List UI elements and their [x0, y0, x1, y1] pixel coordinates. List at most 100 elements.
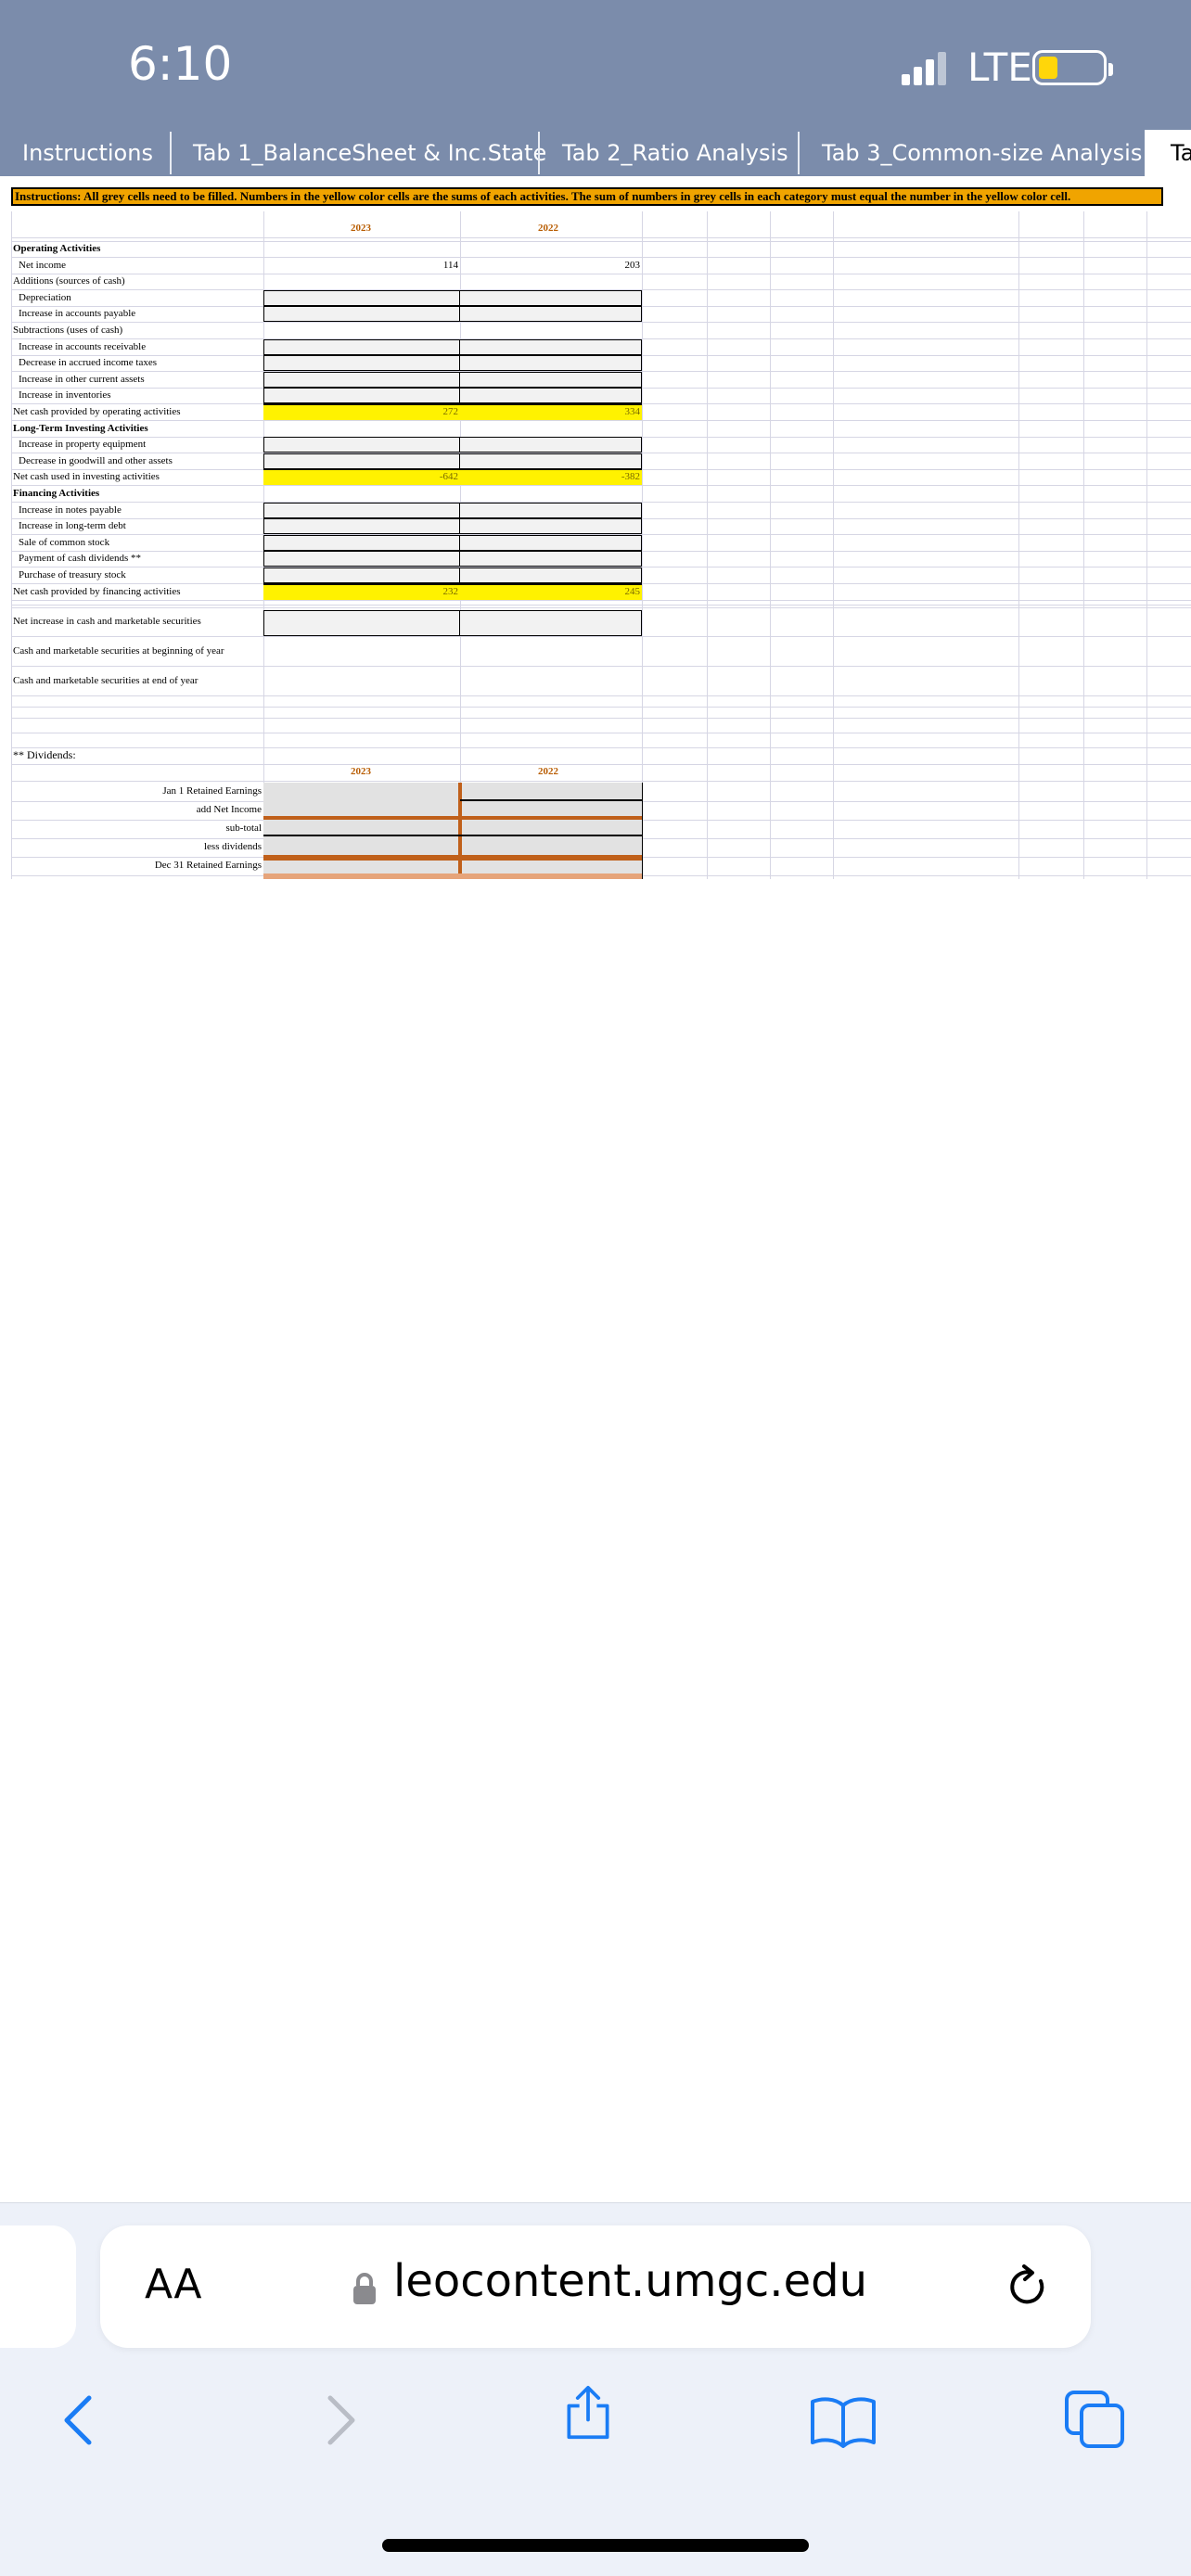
input-2023-cell[interactable]	[263, 437, 460, 453]
forward-icon[interactable]	[312, 2392, 367, 2448]
dividend-row-label: Jan 1 Retained Earnings	[162, 785, 262, 797]
orange-border	[263, 855, 642, 861]
grid-column-line	[707, 211, 708, 879]
row-label: Net income	[19, 260, 67, 271]
row-label: Increase in property equipment	[19, 439, 147, 450]
sheet-tabs: Instructions Tab 1_BalanceSheet & Inc.St…	[0, 130, 1191, 176]
tab-instructions[interactable]: Instructions	[0, 130, 175, 176]
dividend-row-label: less dividends	[203, 841, 262, 852]
grid-column-line	[833, 211, 834, 879]
dividend-2022-cell[interactable]	[460, 838, 642, 857]
input-2022-cell[interactable]	[459, 339, 642, 355]
previous-tab-preview[interactable]	[0, 2225, 76, 2348]
input-2022-cell[interactable]	[459, 355, 642, 371]
row-label: Increase in inventories	[19, 389, 111, 401]
input-2023-cell[interactable]	[263, 567, 460, 583]
tabs-icon[interactable]	[1063, 2389, 1128, 2450]
row-label: Increase in notes payable	[19, 504, 122, 516]
grid-column-line	[642, 211, 643, 879]
input-2023-cell[interactable]	[263, 453, 460, 469]
input-2023-cell[interactable]	[263, 355, 460, 371]
tab-ratio-analysis[interactable]: Tab 2_Ratio Analysis	[540, 130, 811, 176]
input-2022-cell[interactable]	[459, 388, 642, 403]
grid-row-line	[11, 695, 1191, 696]
orange-border	[263, 816, 642, 820]
row-label: Sale of common stock	[19, 537, 110, 548]
dividend-year-2023: 2023	[351, 766, 371, 777]
dividend-row-label: sub-total	[225, 823, 263, 834]
input-2023-cell[interactable]	[263, 535, 460, 551]
grid-row-line	[11, 764, 1191, 765]
input-2023-cell[interactable]	[263, 551, 460, 567]
row-label: Operating Activities	[13, 243, 101, 254]
input-2023-cell[interactable]	[263, 372, 460, 388]
dividend-year-2022: 2022	[538, 766, 558, 777]
tab-common-size[interactable]: Tab 3_Common-size Analysis	[800, 130, 1164, 176]
input-2022-cell[interactable]	[459, 551, 642, 567]
grid-column-line	[1146, 211, 1147, 879]
total-2023-cell[interactable]: 232	[263, 584, 460, 600]
input-2022-cell[interactable]	[459, 518, 642, 534]
input-2022-cell[interactable]	[459, 567, 642, 583]
cell-border	[460, 799, 642, 801]
total-2022-cell[interactable]: 334	[460, 404, 642, 420]
cell-border	[642, 783, 643, 879]
grid-row-line	[11, 600, 1191, 601]
dividends-title: ** Dividends:	[13, 748, 76, 761]
row-label: Additions (sources of cash)	[13, 275, 125, 287]
year-header-2022: 2022	[538, 223, 558, 234]
grid-row-line	[11, 605, 1191, 606]
total-2023-cell[interactable]: -642	[263, 469, 460, 485]
dividend-2023-cell[interactable]	[263, 838, 460, 857]
net-increase-label: Net increase in cash and marketable secu…	[13, 616, 201, 627]
total-2022-cell[interactable]: 245	[460, 584, 642, 600]
year-header-2023: 2023	[351, 223, 371, 234]
input-2022-cell[interactable]	[459, 372, 642, 388]
input-2022-cell[interactable]	[459, 437, 642, 453]
net-increase-2023-cell[interactable]	[263, 610, 460, 636]
grid-column-line	[1083, 211, 1084, 879]
url-text[interactable]: leocontent.umgc.edu	[393, 2255, 867, 2307]
input-2023-cell[interactable]	[263, 339, 460, 355]
reload-icon[interactable]	[1004, 2263, 1052, 2311]
input-2022-cell[interactable]	[459, 306, 642, 322]
spreadsheet[interactable]: Instructions: All grey cells need to be …	[0, 176, 1191, 890]
share-icon[interactable]	[560, 2385, 616, 2441]
orange-border	[458, 783, 462, 875]
grid-column-line	[770, 211, 771, 879]
dividend-row-label: add Net Income	[196, 804, 262, 815]
total-2023-cell[interactable]: 272	[263, 404, 460, 420]
orange-border	[263, 874, 642, 879]
net-increase-2022-cell[interactable]	[459, 610, 642, 636]
grid-column-line	[11, 211, 12, 879]
grid-row-line	[11, 666, 1191, 667]
input-2022-cell[interactable]	[459, 503, 642, 518]
tab-partial[interactable]: Ta	[1145, 130, 1191, 176]
bookmarks-icon[interactable]	[809, 2392, 877, 2448]
input-2023-cell[interactable]	[263, 388, 460, 403]
tab-balance-sheet[interactable]: Tab 1_BalanceSheet & Inc.State	[171, 130, 569, 176]
input-2022-cell[interactable]	[459, 535, 642, 551]
dividend-2022-cell[interactable]	[460, 783, 642, 801]
battery-icon	[1032, 50, 1113, 85]
home-indicator	[382, 2539, 809, 2552]
lock-icon	[353, 2273, 376, 2304]
reader-settings-button[interactable]: AA	[145, 2261, 201, 2308]
total-2022-cell[interactable]: -382	[460, 469, 642, 485]
back-icon[interactable]	[52, 2392, 108, 2448]
value-2022-cell[interactable]: 203	[460, 258, 642, 274]
input-2022-cell[interactable]	[459, 453, 642, 469]
row-label: Net cash used in investing activities	[13, 471, 160, 482]
cell-border	[263, 468, 642, 470]
input-2022-cell[interactable]	[459, 290, 642, 306]
value-2023-cell[interactable]: 114	[263, 258, 460, 274]
row-label: Financing Activities	[13, 488, 100, 499]
input-2023-cell[interactable]	[263, 518, 460, 534]
input-2023-cell[interactable]	[263, 306, 460, 322]
dividend-2023-cell[interactable]	[263, 783, 460, 801]
input-2023-cell[interactable]	[263, 503, 460, 518]
row-label: Increase in accounts payable	[19, 308, 136, 319]
grid-row-line	[11, 636, 1191, 637]
input-2023-cell[interactable]	[263, 290, 460, 306]
cellular-signal-icon	[902, 50, 946, 85]
